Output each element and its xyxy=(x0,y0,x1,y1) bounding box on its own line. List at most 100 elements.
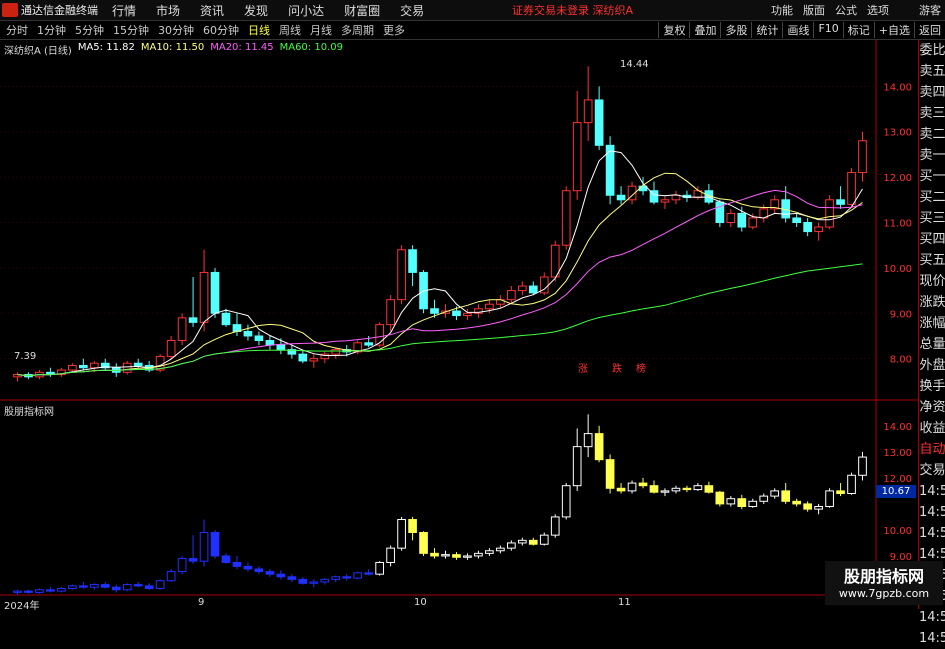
side-panel-item[interactable]: 委比 xyxy=(919,40,945,61)
candle-down xyxy=(78,364,88,369)
btn-adjust[interactable]: 复权 xyxy=(658,22,689,38)
side-panel-item[interactable]: 14:56 xyxy=(919,502,945,523)
side-panel-item[interactable]: 14:56 xyxy=(919,607,945,628)
btn-f10[interactable]: F10 xyxy=(813,22,842,38)
period-multi[interactable]: 多周期 xyxy=(341,22,374,38)
ma10-line xyxy=(17,172,863,377)
side-panel-item[interactable]: 换手 xyxy=(919,376,945,397)
sub-candle xyxy=(682,487,692,491)
side-panel-item[interactable]: 14:56 xyxy=(919,523,945,544)
candle-down xyxy=(408,249,417,273)
period-daily[interactable]: 日线 xyxy=(248,22,270,38)
sub-candle xyxy=(506,542,516,549)
side-panel-item[interactable]: 14:56 xyxy=(919,481,945,502)
marker-fall[interactable]: 跌 xyxy=(612,360,622,375)
period-15min[interactable]: 15分钟 xyxy=(113,22,149,38)
side-panel-item[interactable]: 买五 xyxy=(919,250,945,271)
period-more[interactable]: 更多 xyxy=(383,22,405,38)
side-panel-item[interactable]: 卖二 xyxy=(919,124,945,145)
sub-candle xyxy=(496,547,505,552)
period-5min[interactable]: 5分钟 xyxy=(75,22,104,38)
side-panel-item[interactable]: 交易 xyxy=(919,460,945,481)
side-panel-item[interactable]: 卖三 xyxy=(919,103,945,124)
menu-layout[interactable]: 版面 xyxy=(803,2,825,18)
sub-candle xyxy=(419,532,428,554)
candle-down xyxy=(265,340,275,346)
side-panel-item[interactable]: 外盘 xyxy=(919,355,945,376)
marker-rank[interactable]: 榜 xyxy=(636,360,646,375)
menu-function[interactable]: 功能 xyxy=(771,2,793,18)
app-logo-icon xyxy=(2,3,18,17)
side-panel-item[interactable]: 涨幅 xyxy=(919,313,945,334)
side-panel-item[interactable]: 买二 xyxy=(919,187,945,208)
side-panel-item[interactable]: 卖一 xyxy=(919,145,945,166)
marker-rise[interactable]: 涨 xyxy=(578,360,588,375)
side-panel-item[interactable]: 买三 xyxy=(919,208,945,229)
menu-item-ask[interactable]: 问小达 xyxy=(288,2,324,19)
candle-up xyxy=(583,99,593,124)
candle-up xyxy=(386,299,395,326)
btn-stats[interactable]: 统计 xyxy=(751,22,782,38)
sub-candle xyxy=(100,584,110,588)
candle-up xyxy=(375,324,384,346)
candle-down xyxy=(792,217,802,223)
period-30min[interactable]: 30分钟 xyxy=(158,22,194,38)
candle-up xyxy=(166,340,176,357)
side-panel-item[interactable]: 买四 xyxy=(919,229,945,250)
sub-candle xyxy=(68,585,77,589)
period-monthly[interactable]: 月线 xyxy=(310,22,332,38)
sub-candle xyxy=(155,580,165,589)
candle-up xyxy=(122,362,132,373)
sub-candle xyxy=(320,578,330,583)
menu-options[interactable]: 选项 xyxy=(867,2,889,18)
side-panel-item[interactable]: 涨跌 xyxy=(919,292,945,313)
sub-candle xyxy=(78,585,88,588)
sub-candle xyxy=(803,503,812,510)
menu-guest[interactable]: 游客 xyxy=(919,2,941,18)
side-panel-item[interactable]: 卖五 xyxy=(919,61,945,82)
sub-candle xyxy=(693,485,703,491)
btn-overlay[interactable]: 叠加 xyxy=(689,22,720,38)
side-panel-item[interactable]: 收益 xyxy=(919,418,945,439)
sub-candle xyxy=(485,550,494,554)
sub-candle xyxy=(210,532,220,557)
kline-chart[interactable]: 14.00 13.00 12.00 11.00 10.00 9.00 8.00 14.00 13… xyxy=(0,40,918,609)
sub-candle xyxy=(24,590,33,593)
menu-item-quotes[interactable]: 行情 xyxy=(112,2,136,19)
btn-multi-stock[interactable]: 多股 xyxy=(720,22,751,38)
menu-item-trade[interactable]: 交易 xyxy=(400,2,424,19)
sub-candle xyxy=(792,500,802,505)
candle-up xyxy=(825,199,834,228)
side-panel-item[interactable]: 总量 xyxy=(919,334,945,355)
btn-add-watch[interactable]: +自选 xyxy=(873,22,914,38)
menu-item-market[interactable]: 市场 xyxy=(156,2,180,19)
side-panel-item[interactable]: 现价 xyxy=(919,271,945,292)
candle-up xyxy=(331,349,341,355)
sub-candle xyxy=(550,516,560,536)
btn-back[interactable]: 返回 xyxy=(914,22,945,38)
btn-mark[interactable]: 标记 xyxy=(842,22,874,38)
menu-formula[interactable]: 公式 xyxy=(835,2,857,18)
candle-up xyxy=(309,358,319,362)
menu-item-news[interactable]: 资讯 xyxy=(200,2,224,19)
side-panel-item[interactable]: 14:56 xyxy=(919,628,945,649)
sub-candle xyxy=(517,539,527,544)
side-panel-item[interactable]: 卖四 xyxy=(919,82,945,103)
side-panel-item[interactable]: 净资 xyxy=(919,397,945,418)
toolbar-right: 复权 叠加 多股 统计 画线 F10 标记 +自选 返回 xyxy=(658,22,945,38)
btn-draw[interactable]: 画线 xyxy=(782,22,813,38)
side-panel-item[interactable]: 买一 xyxy=(919,166,945,187)
period-timeshare[interactable]: 分时 xyxy=(6,22,28,38)
sub-axis-label: 13.00 xyxy=(883,448,912,459)
menu-item-discover[interactable]: 发现 xyxy=(244,2,268,19)
period-1min[interactable]: 1分钟 xyxy=(37,22,66,38)
sub-candle xyxy=(199,532,209,562)
period-weekly[interactable]: 周线 xyxy=(279,22,301,38)
price-axis-label: 13.00 xyxy=(883,128,912,139)
menu-item-wealth[interactable]: 财富圈 xyxy=(344,2,380,19)
side-panel-item[interactable]: 自动 xyxy=(919,439,945,460)
period-60min[interactable]: 60分钟 xyxy=(203,22,239,38)
sub-candle xyxy=(243,565,253,570)
sub-candle xyxy=(770,490,780,497)
candle-up xyxy=(517,285,527,292)
